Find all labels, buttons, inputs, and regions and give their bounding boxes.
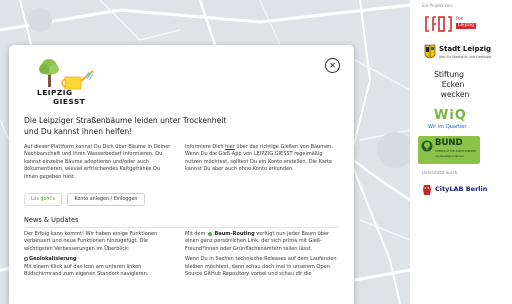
bund-logo[interactable]: BUND FRIENDS OF THE EARTH GERMANY Landes… [418, 136, 480, 164]
stiftung-line3: wecken [440, 90, 470, 99]
news-text-right: Mit dem Baum-Routing verfügt nun jeder B… [185, 231, 337, 278]
citylab-logo[interactable]: CityLAB Berlin [422, 182, 510, 198]
news-routing-bold: Baum-Routing [214, 231, 255, 237]
logo-text-giesst: GIESST [53, 97, 86, 106]
news-intro: Der Erfolg kann kommt! Wir haben einige … [24, 231, 158, 252]
stiftung-ecken-wecken-logo[interactable]: Stiftung Ecken wecken [424, 70, 474, 108]
start-button[interactable]: Los geht's [24, 193, 62, 206]
stiftung-line1: Stiftung [434, 70, 464, 79]
stadtleipzig-logo[interactable]: Stadt Leipzig Amt für Stadtgrün und Gewä… [424, 42, 512, 66]
wiq-name: WiQ [434, 108, 467, 123]
bund-sub2: Landesverband Sachsen [435, 155, 465, 158]
news-routing-paragraph: Mit dem Baum-Routing verfügt nun jeder B… [185, 231, 337, 253]
wiq-sub: Wir im Quartier [428, 124, 467, 130]
news-more-text: Wenn Du in Sachen technische Releases au… [185, 256, 337, 278]
bund-sub: FRIENDS OF THE EARTH GERMANY [435, 150, 477, 153]
codeforleipzig-for: for [456, 16, 463, 22]
intro-right-pre: Informiere Dich [185, 144, 226, 150]
stiftung-line2: Ecken [441, 80, 465, 89]
wiq-logo[interactable]: WiQ Wir im Quartier [424, 108, 484, 132]
headline-line2: und Du kannst ihnen helfen! [24, 127, 133, 136]
codeforleipzig-mark-icon [425, 16, 452, 32]
partner-sidebar: Ein Projekt von: for Leipzig Stadt Leipz… [410, 0, 512, 304]
news-item-geolocation: Geolokalisierung [24, 256, 174, 263]
citylab-bear-icon [423, 185, 431, 195]
intro-text-right: Informiere Dich hier über das richtige G… [185, 144, 337, 174]
create-account-login-button[interactable]: Konto anlegen / Einloggen [67, 193, 145, 206]
stadtleipzig-sub: Amt für Stadtgrün und Gewässer [439, 55, 492, 59]
close-button[interactable]: ✕ [325, 58, 340, 73]
news-item-text: Mit einem Klick auf das Icon am unteren … [24, 263, 149, 278]
leipzig-giesst-logo: LEIPZIG GIESST [25, 55, 115, 111]
news-text-left: Der Erfolg kann kommt! Wir haben einige … [24, 231, 174, 278]
project-by-label: Ein Projekt von: [422, 3, 454, 8]
news-item-title: Geolokalisierung [29, 256, 77, 263]
codeforleipzig-city: Leipzig [456, 23, 477, 29]
headline-line1: Die Leipziger Straßenbäume leiden unter … [24, 116, 227, 125]
news-title: News & Updates [24, 216, 79, 224]
bund-tree-icon [421, 140, 433, 152]
intro-text-left: Auf dieser Plattform kannst Du Dich über… [24, 144, 171, 180]
scroll-fade [9, 285, 354, 304]
location-icon [24, 256, 28, 261]
logo-text-leipzig: LEIPZIG [37, 88, 73, 97]
tree-dot-icon [207, 231, 212, 236]
news-divider [24, 227, 339, 228]
news-routing-pre: Mit dem [185, 231, 207, 237]
close-icon: ✕ [329, 60, 336, 70]
leipzig-coat-of-arms-icon [424, 44, 436, 59]
codeforleipzig-logo[interactable]: for Leipzig [424, 14, 484, 36]
watering-info-link[interactable]: hier [225, 144, 235, 150]
supported-by-label: Unterstützt durch [422, 170, 458, 175]
dialog-headline: Die Leipziger Straßenbäume leiden unter … [24, 115, 334, 137]
citylab-name: CityLAB Berlin [435, 185, 488, 193]
welcome-dialog: ✕ LEIPZIG GIESST Die Leipziger Straßenbä… [9, 45, 354, 304]
bund-name: BUND [435, 138, 463, 148]
stadtleipzig-name: Stadt Leipzig [439, 45, 492, 53]
